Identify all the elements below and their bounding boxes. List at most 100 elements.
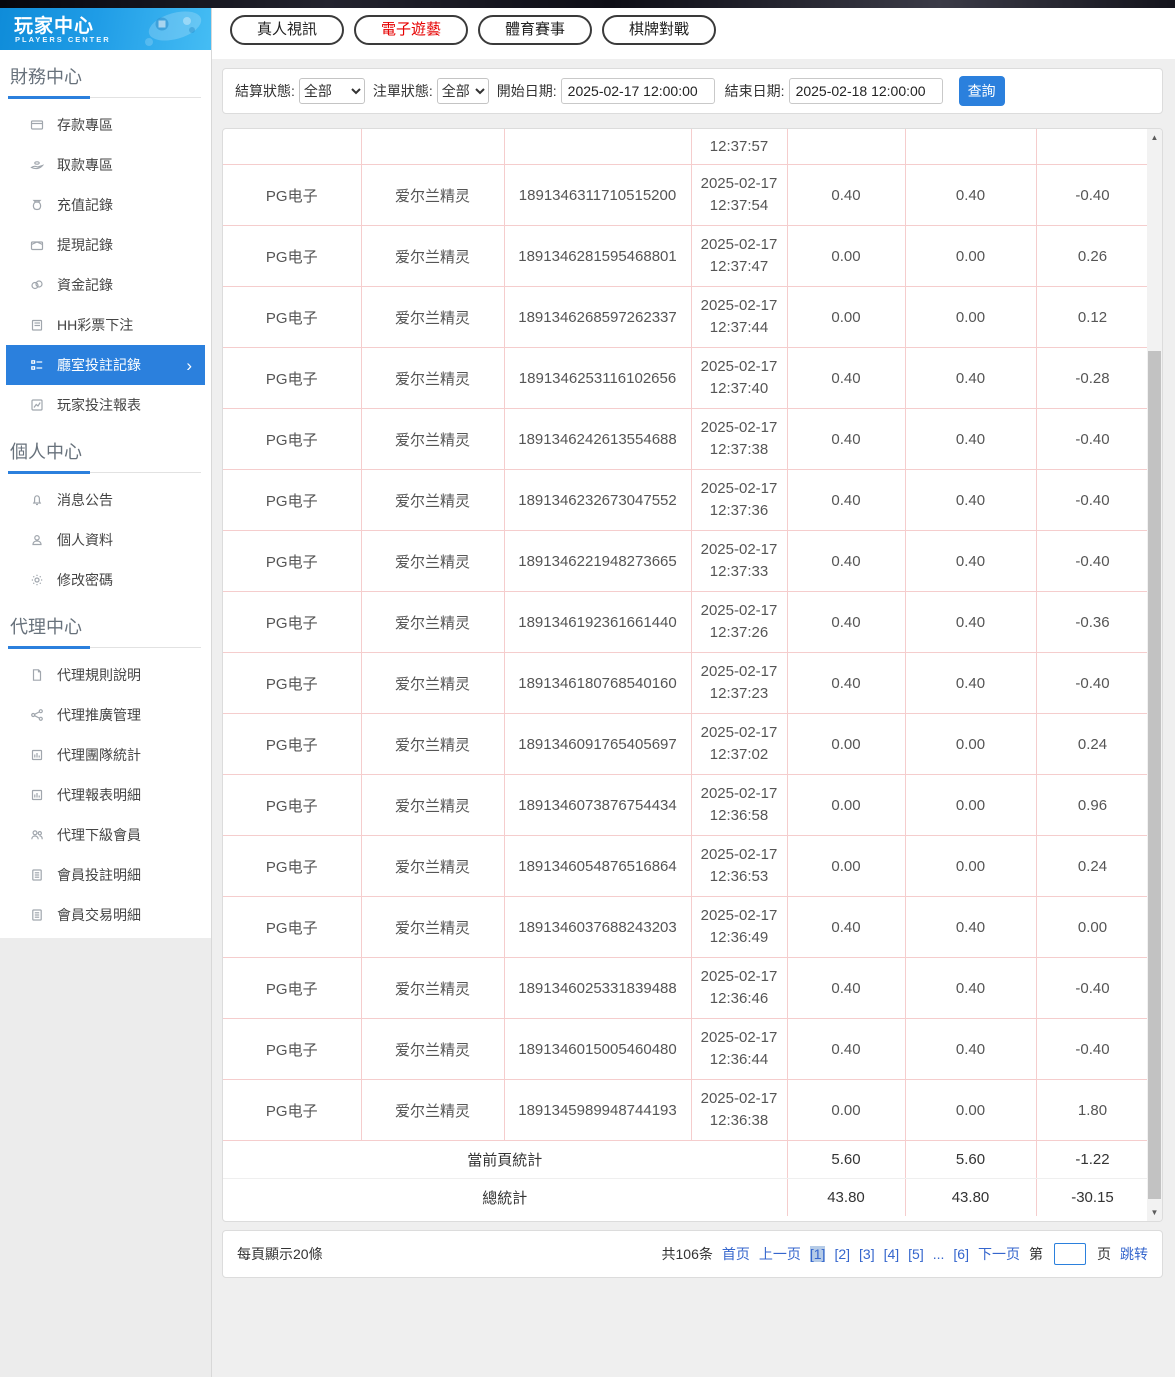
page-link-6[interactable]: [6]: [953, 1246, 969, 1262]
settle-status-select[interactable]: 全部: [298, 78, 365, 104]
vendor-cell: PG电子: [223, 896, 362, 958]
sidebar-item-hall-bet-records[interactable]: 廳室投註記錄 ›: [6, 345, 205, 385]
valid-bet-cell: 0.40: [905, 591, 1037, 653]
section-underline: [8, 96, 201, 99]
sidebar-item-label: 充值記錄: [57, 197, 113, 213]
time-cell: 2025-02-17 12:36:53: [691, 835, 788, 897]
tab-chess-cards[interactable]: 棋牌對戰: [602, 15, 717, 45]
sidebar-item-label: 會員交易明細: [57, 907, 141, 923]
doc-list-icon: [30, 908, 44, 922]
time-cell: 2025-02-17 12:37:40: [691, 347, 788, 409]
bet-cell: 0.00: [787, 713, 906, 775]
sidebar-item-agent-team-stats[interactable]: 代理團隊統計: [0, 735, 211, 775]
profit-total-cell: -30.15: [1036, 1178, 1150, 1216]
search-button[interactable]: 查詢: [958, 76, 1005, 106]
order-status-select[interactable]: 全部: [436, 78, 489, 104]
time-cell: 2025-02-17 12:37:36: [691, 469, 788, 531]
game-cell: 爱尔兰精灵: [361, 164, 505, 226]
page-link-1[interactable]: [1]: [809, 1246, 826, 1262]
category-tabs: 真人視訊 電子遊藝 體育賽事 棋牌對戰: [230, 15, 717, 45]
bet-total-cell: 5.60: [787, 1140, 906, 1179]
profit-cell: -0.40: [1036, 408, 1150, 470]
prev-page-link[interactable]: 上一页: [759, 1244, 801, 1264]
sidebar-item-label: 代理報表明細: [57, 787, 141, 803]
page-link-5[interactable]: [5]: [908, 1246, 924, 1262]
first-page-link[interactable]: 首页: [722, 1244, 750, 1264]
page-link-4[interactable]: [4]: [884, 1246, 900, 1262]
sidebar-item-member-bet-detail[interactable]: 會員投註明細: [0, 855, 211, 895]
table-row: PG电子 爱尔兰精灵 1891346281595468801 2025-02-17 12…: [223, 225, 1150, 287]
sidebar-item-member-transaction-detail[interactable]: 會員交易明細: [0, 895, 211, 935]
tab-electronic-games[interactable]: 電子遊藝: [354, 15, 469, 45]
table-row: PG电子 爱尔兰精灵 1891346221948273665 2025-02-17 12…: [223, 530, 1150, 592]
sidebar-item-agent-sub-members[interactable]: 代理下級會員: [0, 815, 211, 855]
vendor-cell: PG电子: [223, 957, 362, 1019]
sidebar-item-agent-promotion[interactable]: 代理推廣管理: [0, 695, 211, 735]
sidebar-item-withdraw-area[interactable]: 取款專區: [0, 145, 211, 185]
table-row: PG电子 爱尔兰精灵 1891346037688243203 2025-02-17 12…: [223, 896, 1150, 958]
game-cell: 爱尔兰精灵: [361, 591, 505, 653]
withdraw-hand-icon: [30, 158, 44, 172]
sidebar-item-profile[interactable]: 個人資料: [0, 520, 211, 560]
sidebar-item-funds-records[interactable]: 資金記錄: [0, 265, 211, 305]
tab-sports[interactable]: 體育賽事: [478, 15, 593, 45]
sidebar-item-label: 代理規則說明: [57, 667, 141, 683]
table-row: PG电子 爱尔兰精灵 1891346180768540160 2025-02-17 12…: [223, 652, 1150, 714]
table-row: PG电子 爱尔兰精灵 1891346268597262337 2025-02-17 12…: [223, 286, 1150, 348]
order-cell: 1891346192361661440: [504, 591, 692, 653]
tab-live-casino[interactable]: 真人視訊: [230, 15, 345, 45]
valid-bet-cell: 0.00: [905, 286, 1037, 348]
profit-cell: 0.96: [1036, 774, 1150, 836]
jump-button[interactable]: 跳转: [1120, 1244, 1148, 1264]
bet-cell: [787, 129, 906, 165]
page-link-2[interactable]: [2]: [834, 1246, 850, 1262]
valid-bet-cell: 0.00: [905, 774, 1037, 836]
bet-cell: 0.40: [787, 1018, 906, 1080]
page-ellipsis: ...: [932, 1246, 945, 1262]
sidebar-item-label: 玩家投注報表: [57, 397, 141, 413]
bet-cell: 0.40: [787, 347, 906, 409]
bet-cell: 0.40: [787, 652, 906, 714]
end-date-input[interactable]: [788, 78, 943, 104]
sidebar-item-player-bet-report[interactable]: 玩家投注報表: [0, 385, 211, 425]
jump-prefix: 第: [1029, 1246, 1043, 1262]
bet-cell: 0.00: [787, 1079, 906, 1141]
order-cell: 1891346268597262337: [504, 286, 692, 348]
bet-records-table-panel: 12:37:57 PG电子 爱尔兰精灵 1891346311710515200 2025…: [222, 128, 1163, 1222]
start-date-input[interactable]: [560, 78, 715, 104]
scroll-up-icon[interactable]: ▲: [1147, 130, 1162, 145]
game-cell: 爱尔兰精灵: [361, 774, 505, 836]
page-link-3[interactable]: [3]: [859, 1246, 875, 1262]
order-cell: 1891346311710515200: [504, 164, 692, 226]
time-cell: 12:37:57: [691, 129, 788, 165]
bet-cell: 0.00: [787, 774, 906, 836]
profit-cell: -0.28: [1036, 347, 1150, 409]
sidebar-item-agent-rules[interactable]: 代理規則說明: [0, 655, 211, 695]
chart-icon: [30, 398, 44, 412]
bell-icon: [30, 493, 44, 507]
order-cell: 1891346221948273665: [504, 530, 692, 592]
sidebar-item-hh-lottery-bets[interactable]: HH彩票下注: [0, 305, 211, 345]
scroll-down-icon[interactable]: ▼: [1147, 1205, 1162, 1220]
section-heading: 財務中心: [10, 67, 82, 87]
sidebar-item-agent-report-detail[interactable]: 代理報表明細: [0, 775, 211, 815]
sidebar-item-withdrawal-records[interactable]: 提現記錄: [0, 225, 211, 265]
vendor-cell: PG电子: [223, 591, 362, 653]
game-cell: 爱尔兰精灵: [361, 1079, 505, 1141]
next-page-link[interactable]: 下一页: [978, 1244, 1020, 1264]
jump-page-input[interactable]: [1054, 1243, 1086, 1265]
vertical-scrollbar[interactable]: ▲ ▼: [1147, 129, 1162, 1221]
sidebar-item-announcements[interactable]: 消息公告: [0, 480, 211, 520]
sidebar-item-label: HH彩票下注: [57, 317, 134, 333]
sidebar-item-recharge-records[interactable]: 充值記錄: [0, 185, 211, 225]
order-cell: 1891346015005460480: [504, 1018, 692, 1080]
valid-bet-cell: 0.40: [905, 164, 1037, 226]
scrollbar-thumb[interactable]: [1148, 351, 1161, 1199]
bet-cell: 0.40: [787, 591, 906, 653]
sidebar-item-label: 個人資料: [57, 532, 113, 548]
sidebar-item-deposit-area[interactable]: 存款專區: [0, 105, 211, 145]
sidebar-item-change-password[interactable]: 修改密碼: [0, 560, 211, 600]
profit-cell: -0.40: [1036, 957, 1150, 1019]
profit-cell: -0.36: [1036, 591, 1150, 653]
vendor-cell: PG电子: [223, 530, 362, 592]
